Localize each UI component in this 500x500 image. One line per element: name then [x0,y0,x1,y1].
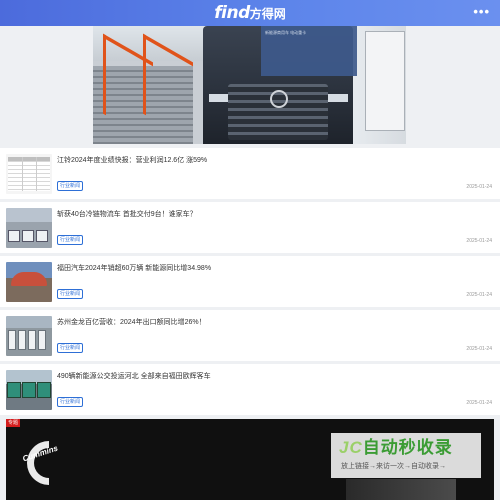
thumb-vehicle [36,230,48,242]
thumb-table-rows [8,157,50,191]
news-thumbnail [6,154,52,194]
ad-engine-image [346,479,456,500]
thumb-vehicle [38,330,46,350]
news-thumbnail [6,208,52,248]
news-date: 2025-01-24 [466,184,492,190]
news-title[interactable]: 490辆新能源公交投运河北 全部来自福田欧辉客车 [57,372,211,382]
watermark-main-text: 自动秒收录 [362,438,453,457]
news-title[interactable]: 斩获40台冷链物流车 首批交付9台！谁家车？ [57,210,197,220]
logo-en-text: find [214,3,250,23]
news-tag[interactable]: 行业新闻 [57,343,84,353]
thumb-vehicle [22,230,34,242]
hero-display-screen: 新能源商用车 电动重卡 [261,26,357,76]
top-header: find方得网 ••• [0,0,500,26]
news-title[interactable]: 福田汽车2024年销超60万辆 新能源同比增34.98% [57,264,211,274]
more-menu-icon[interactable]: ••• [473,5,490,19]
thumb-vehicle [37,382,51,398]
news-date: 2025-01-24 [466,400,492,406]
news-title[interactable]: 苏州金龙百亿营收：2024年出口额同比增26%！ [57,318,206,328]
news-date: 2025-01-24 [466,238,492,244]
news-tag[interactable]: 行业新闻 [57,289,84,299]
news-list-item[interactable]: 490辆新能源公交投运河北 全部来自福田欧辉客车 行业新闻 2025-01-24 [0,364,500,415]
thumb-vehicle [28,330,36,350]
news-list-item[interactable]: 斩获40台冷链物流车 首批交付9台！谁家车？ 行业新闻 2025-01-24 [0,202,500,253]
site-logo[interactable]: find方得网 [214,3,286,24]
thumb-vehicle [22,382,36,398]
news-tag[interactable]: 行业新闻 [57,235,84,245]
news-list-item[interactable]: 江铃2024年度业绩快报：营业利润12.6亿 涨59% 行业新闻 2025-01… [0,148,500,199]
cummins-logo: Cummins [22,437,59,487]
news-date: 2025-01-24 [466,292,492,298]
thumb-vehicle [8,330,16,350]
thumb-vehicle [8,230,20,242]
logo-cn-text: 方得网 [249,7,286,21]
news-date: 2025-01-24 [466,346,492,352]
hero-second-truck [365,31,405,131]
thumb-vehicle [7,382,21,398]
thumb-vehicle [18,330,26,350]
news-tag[interactable]: 行业新闻 [57,181,84,191]
hero-banner-image[interactable]: 新能源商用车 电动重卡 [93,26,406,144]
news-thumbnail [6,262,52,302]
watermark-subtext: 放上链接→来访一次→自动收录→ [341,463,446,470]
watermark-title: JC自动秒收录 [339,437,453,459]
thumb-table-header [8,157,50,161]
news-thumbnail [6,370,52,410]
thumb-stadium-dome [11,272,47,286]
news-list-item[interactable]: 福田汽车2024年销超60万辆 新能源同比增34.98% 行业新闻 2025-0… [0,256,500,307]
ad-label: 专题 [6,419,21,427]
truck-logo-badge [270,90,288,108]
watermark-jc-icon: JC [339,438,363,457]
watermark-overlay: JC自动秒收录 放上链接→来访一次→自动收录→ [331,433,481,478]
news-thumbnail [6,316,52,356]
news-list-item[interactable]: 苏州金龙百亿营收：2024年出口额同比增26%！ 行业新闻 2025-01-24 [0,310,500,361]
news-title[interactable]: 江铃2024年度业绩快报：营业利润12.6亿 涨59% [57,156,207,166]
thumb-table-column [22,157,23,191]
news-tag[interactable]: 行业新闻 [57,397,84,407]
hero-screen-text: 新能源商用车 电动重卡 [265,30,307,35]
thumb-table-column [36,157,37,191]
